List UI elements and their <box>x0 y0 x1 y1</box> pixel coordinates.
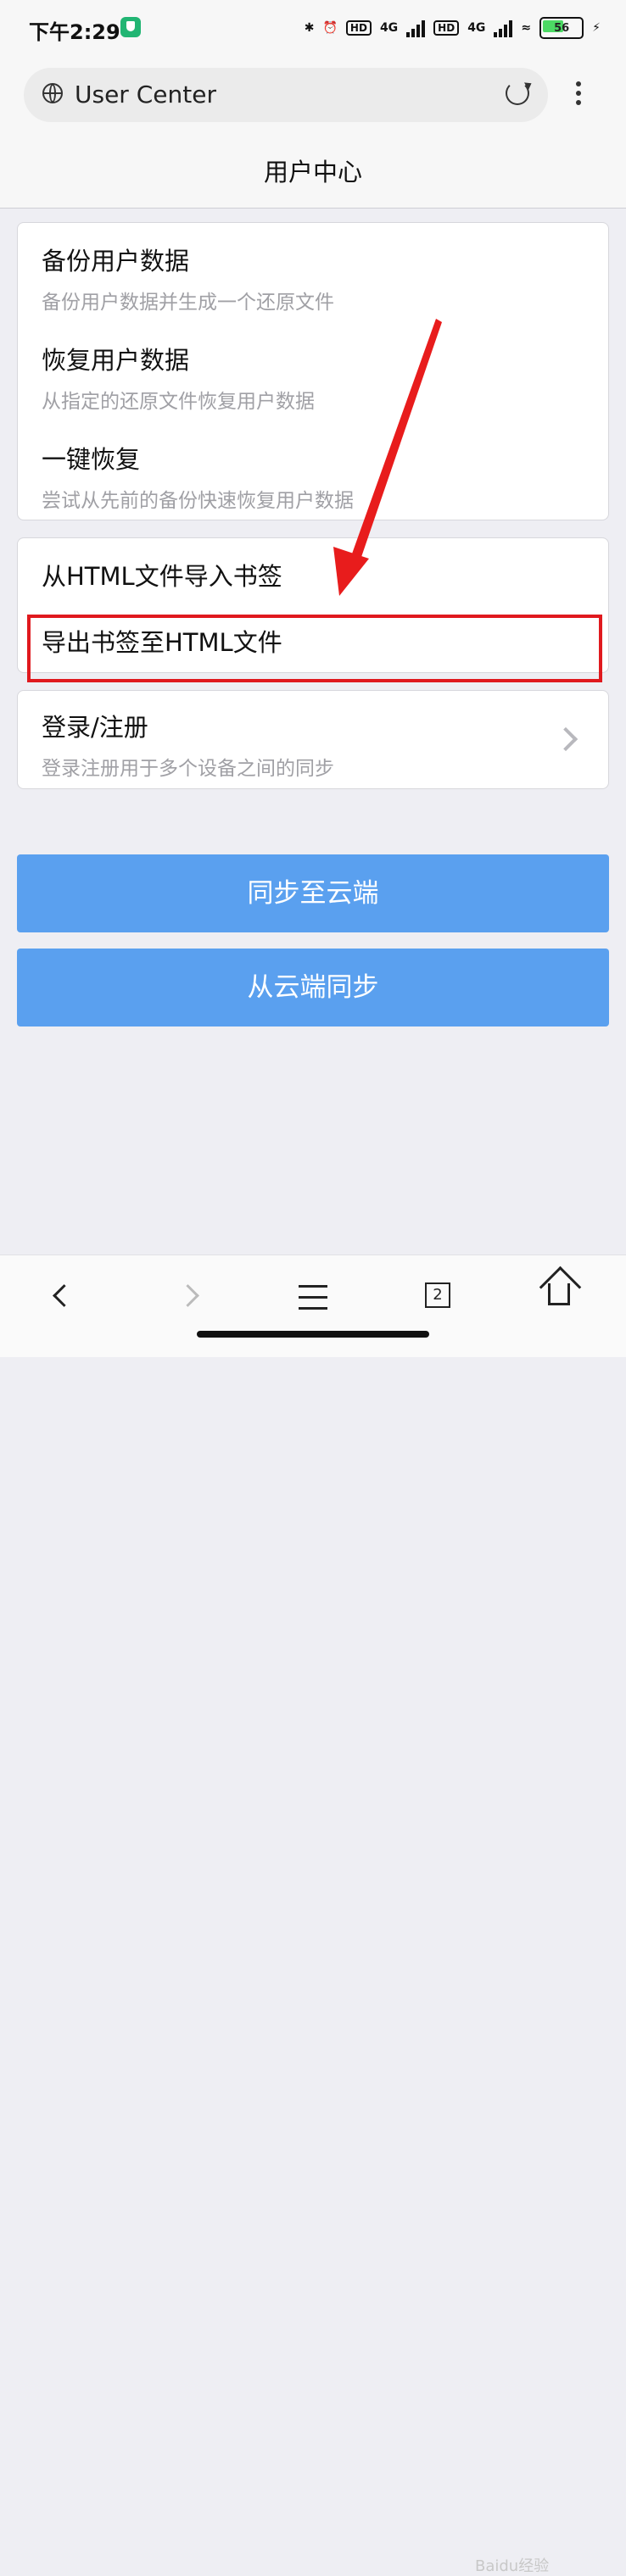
signal-bars-icon-2 <box>494 19 513 37</box>
browser-header: 下午2:29 ✱ ⏰ HD 4G HD 4G ≈ 56 ⚡ User Cente… <box>0 0 626 209</box>
one-click-restore-item[interactable]: 一键恢复 尝试从先前的备份快速恢复用户数据 <box>42 440 354 513</box>
more-menu-icon[interactable] <box>573 81 584 112</box>
item-desc: 从指定的还原文件恢复用户数据 <box>42 391 315 413</box>
alarm-icon: ⏰ <box>322 21 338 35</box>
back-icon[interactable] <box>53 1284 75 1307</box>
restore-user-data-item[interactable]: 恢复用户数据 从指定的还原文件恢复用户数据 <box>42 341 315 414</box>
reload-icon[interactable] <box>506 81 529 105</box>
security-shield-icon <box>120 17 141 37</box>
watermark: Baidu经验 <box>475 2557 550 2575</box>
forward-icon[interactable] <box>176 1284 199 1307</box>
signal-bars-icon <box>406 19 426 37</box>
address-text[interactable]: User Center <box>75 81 216 108</box>
item-desc: 备份用户数据并生成一个还原文件 <box>42 292 334 314</box>
home-indicator[interactable] <box>197 1331 429 1338</box>
hd-badge-2: HD <box>433 20 460 36</box>
item-desc: 尝试从先前的备份快速恢复用户数据 <box>42 490 354 512</box>
battery-icon: 56 <box>539 17 584 39</box>
highlight-box <box>27 615 602 682</box>
login-register-card[interactable]: 登录/注册 登录注册用于多个设备之间的同步 <box>17 690 609 789</box>
wifi-icon: ≈ <box>521 21 532 35</box>
backup-restore-card: 备份用户数据 备份用户数据并生成一个还原文件 恢复用户数据 从指定的还原文件恢复… <box>17 222 609 520</box>
item-title: 登录/注册 <box>42 713 148 742</box>
address-bar[interactable]: User Center <box>24 68 548 122</box>
network-type-label: 4G <box>379 21 399 35</box>
chevron-right-icon <box>553 726 578 752</box>
sync-to-cloud-button[interactable]: 同步至云端 <box>17 854 609 932</box>
login-register-item[interactable]: 登录/注册 登录注册用于多个设备之间的同步 <box>42 708 334 781</box>
network-type-label-2: 4G <box>467 21 486 35</box>
item-title: 备份用户数据 <box>42 247 190 275</box>
bottom-navigation: 2 Baidu经验 <box>0 1255 626 2575</box>
battery-level: 56 <box>554 21 570 35</box>
page-title: 用户中心 <box>263 158 362 186</box>
status-icons: ✱ ⏰ HD 4G HD 4G ≈ 56 ⚡ <box>305 15 601 41</box>
status-time: 下午2:29 <box>29 20 120 44</box>
home-icon[interactable] <box>548 1283 570 1305</box>
item-title: 恢复用户数据 <box>42 346 190 375</box>
globe-icon <box>42 83 63 103</box>
sync-from-cloud-button[interactable]: 从云端同步 <box>17 949 609 1027</box>
item-desc: 登录注册用于多个设备之间的同步 <box>42 758 334 780</box>
menu-icon[interactable] <box>299 1285 327 1318</box>
item-title: 从HTML文件导入书签 <box>42 562 282 591</box>
status-bar: 下午2:29 ✱ ⏰ HD 4G HD 4G ≈ 56 ⚡ <box>0 0 626 56</box>
charging-icon: ⚡ <box>592 21 601 35</box>
bluetooth-icon: ✱ <box>304 21 315 35</box>
tabs-count-button[interactable]: 2 <box>425 1282 450 1308</box>
backup-user-data-item[interactable]: 备份用户数据 备份用户数据并生成一个还原文件 <box>42 242 334 314</box>
import-bookmarks-item[interactable]: 从HTML文件导入书签 <box>42 557 282 593</box>
hd-badge: HD <box>345 20 372 36</box>
item-title: 一键恢复 <box>42 445 141 474</box>
